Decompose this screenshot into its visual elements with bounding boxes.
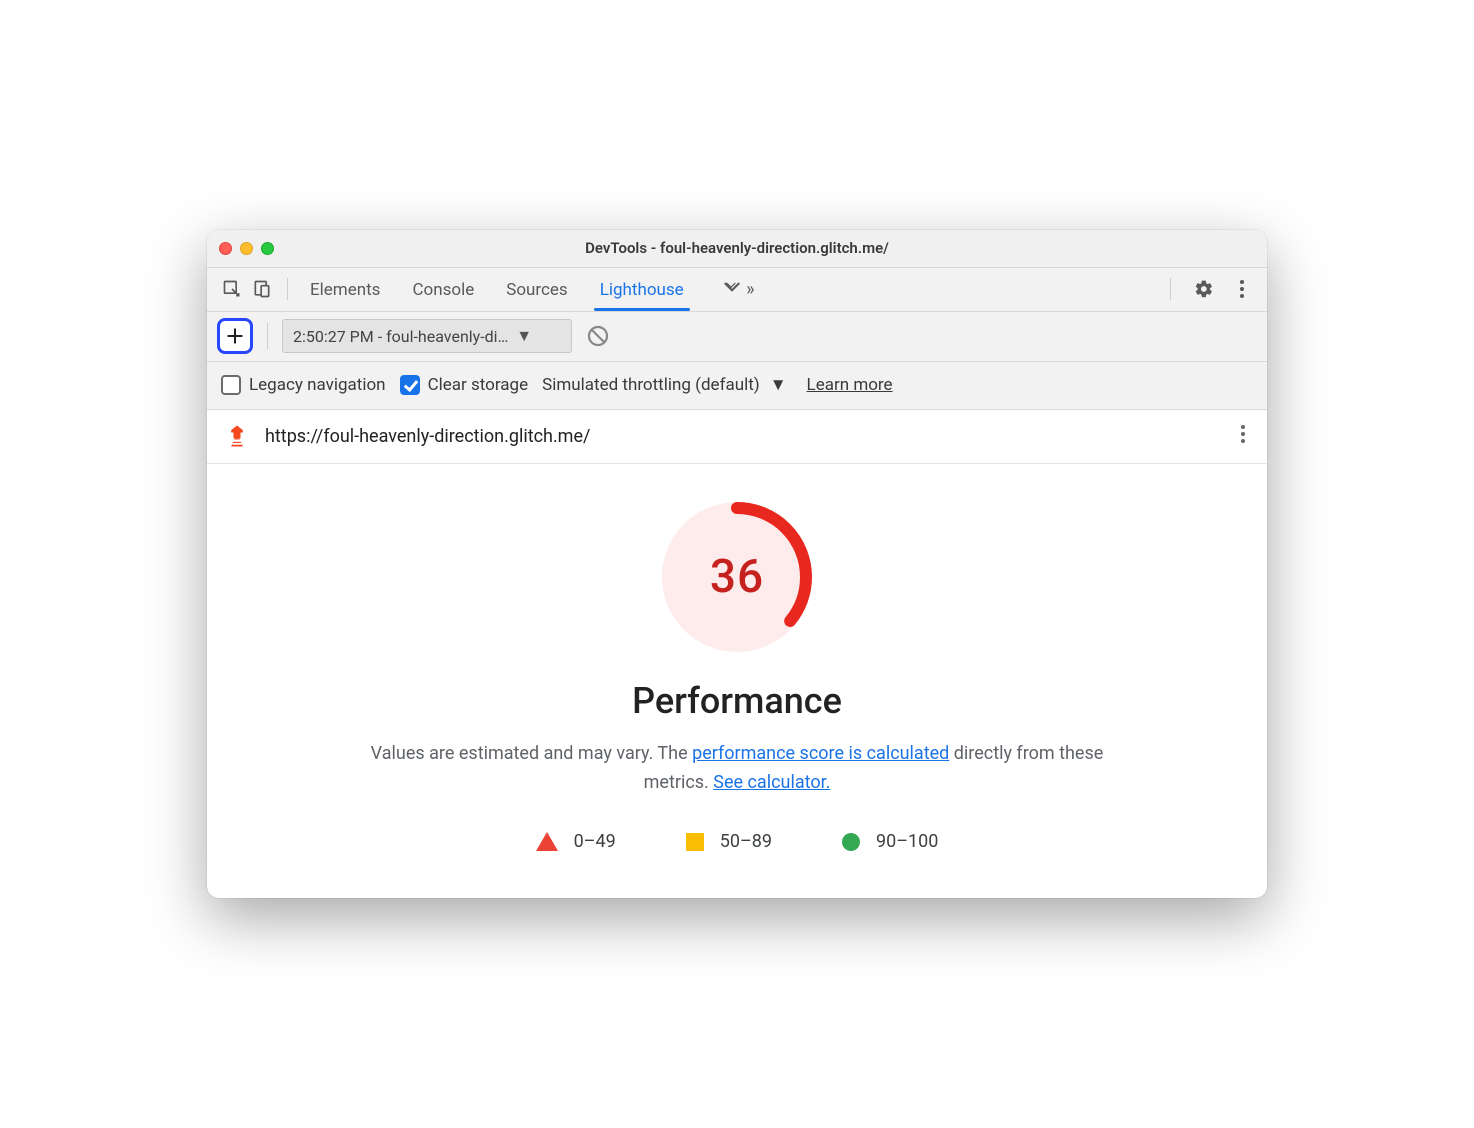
score-calc-link[interactable]: performance score is calculated [692, 743, 949, 764]
tab-console[interactable]: Console [410, 270, 476, 309]
lighthouse-logo-icon [223, 422, 251, 450]
new-report-button[interactable] [217, 318, 253, 354]
divider [267, 323, 268, 349]
legend-mid: 50–89 [686, 831, 772, 852]
throttling-selector[interactable]: Simulated throttling (default) ▼ [542, 375, 786, 395]
tab-lighthouse[interactable]: Lighthouse [598, 270, 686, 309]
score-legend: 0–49 50–89 90–100 [536, 831, 939, 852]
kebab-menu-icon[interactable] [1227, 274, 1257, 304]
legacy-navigation-option[interactable]: Legacy navigation [221, 375, 386, 395]
legend-poor: 0–49 [536, 831, 616, 852]
legend-good-label: 90–100 [876, 831, 938, 852]
titlebar: DevTools - foul-heavenly-direction.glitc… [207, 230, 1267, 268]
close-window-button[interactable] [219, 242, 232, 255]
legend-mid-label: 50–89 [720, 831, 772, 852]
tab-bar-right [1160, 274, 1257, 304]
divider [1170, 278, 1171, 300]
report-selector-label: 2:50:27 PM - foul-heavenly-di… [293, 327, 508, 346]
panel-tabs: Elements Console Sources Lighthouse » [308, 270, 1152, 309]
lighthouse-options: Legacy navigation Clear storage Simulate… [207, 362, 1267, 410]
legacy-navigation-checkbox[interactable] [221, 375, 241, 395]
window-title: DevTools - foul-heavenly-direction.glitc… [207, 239, 1267, 257]
gauge-arc [662, 502, 812, 652]
tab-sources[interactable]: Sources [504, 270, 569, 309]
tab-bar: Elements Console Sources Lighthouse » [207, 268, 1267, 312]
report-menu-icon[interactable] [1235, 423, 1251, 449]
devtools-window: DevTools - foul-heavenly-direction.glitc… [207, 230, 1267, 899]
inspect-element-icon[interactable] [217, 274, 247, 304]
more-tabs-icon[interactable]: » [714, 279, 763, 300]
metric-title: Performance [632, 680, 842, 722]
metric-desc-text: Values are estimated and may vary. The [371, 743, 692, 764]
learn-more-link[interactable]: Learn more [807, 375, 893, 395]
tab-elements[interactable]: Elements [308, 270, 382, 309]
clear-reports-icon[interactable] [586, 324, 610, 348]
report-url-row: https://foul-heavenly-direction.glitch.m… [207, 410, 1267, 464]
clear-storage-label: Clear storage [428, 375, 529, 395]
legacy-navigation-label: Legacy navigation [249, 375, 386, 395]
legend-poor-label: 0–49 [574, 831, 616, 852]
performance-gauge: 36 [662, 502, 812, 652]
divider [287, 278, 288, 300]
clear-storage-option[interactable]: Clear storage [400, 375, 529, 395]
triangle-icon [536, 832, 558, 851]
clear-storage-checkbox[interactable] [400, 375, 420, 395]
legend-good: 90–100 [842, 831, 938, 852]
settings-icon[interactable] [1189, 274, 1219, 304]
lighthouse-toolbar: 2:50:27 PM - foul-heavenly-di… ▼ [207, 312, 1267, 362]
traffic-lights [219, 242, 274, 255]
square-icon [686, 833, 704, 851]
throttling-label: Simulated throttling (default) [542, 375, 760, 395]
lighthouse-report: 36 Performance Values are estimated and … [207, 464, 1267, 899]
minimize-window-button[interactable] [240, 242, 253, 255]
report-selector[interactable]: 2:50:27 PM - foul-heavenly-di… ▼ [282, 319, 572, 353]
maximize-window-button[interactable] [261, 242, 274, 255]
device-toggle-icon[interactable] [247, 274, 277, 304]
chevron-down-icon: ▼ [516, 326, 532, 346]
metric-description: Values are estimated and may vary. The p… [357, 740, 1117, 798]
calculator-link[interactable]: See calculator. [713, 772, 830, 793]
circle-icon [842, 833, 860, 851]
report-url: https://foul-heavenly-direction.glitch.m… [265, 426, 1221, 447]
chevron-down-icon: ▼ [770, 375, 787, 395]
